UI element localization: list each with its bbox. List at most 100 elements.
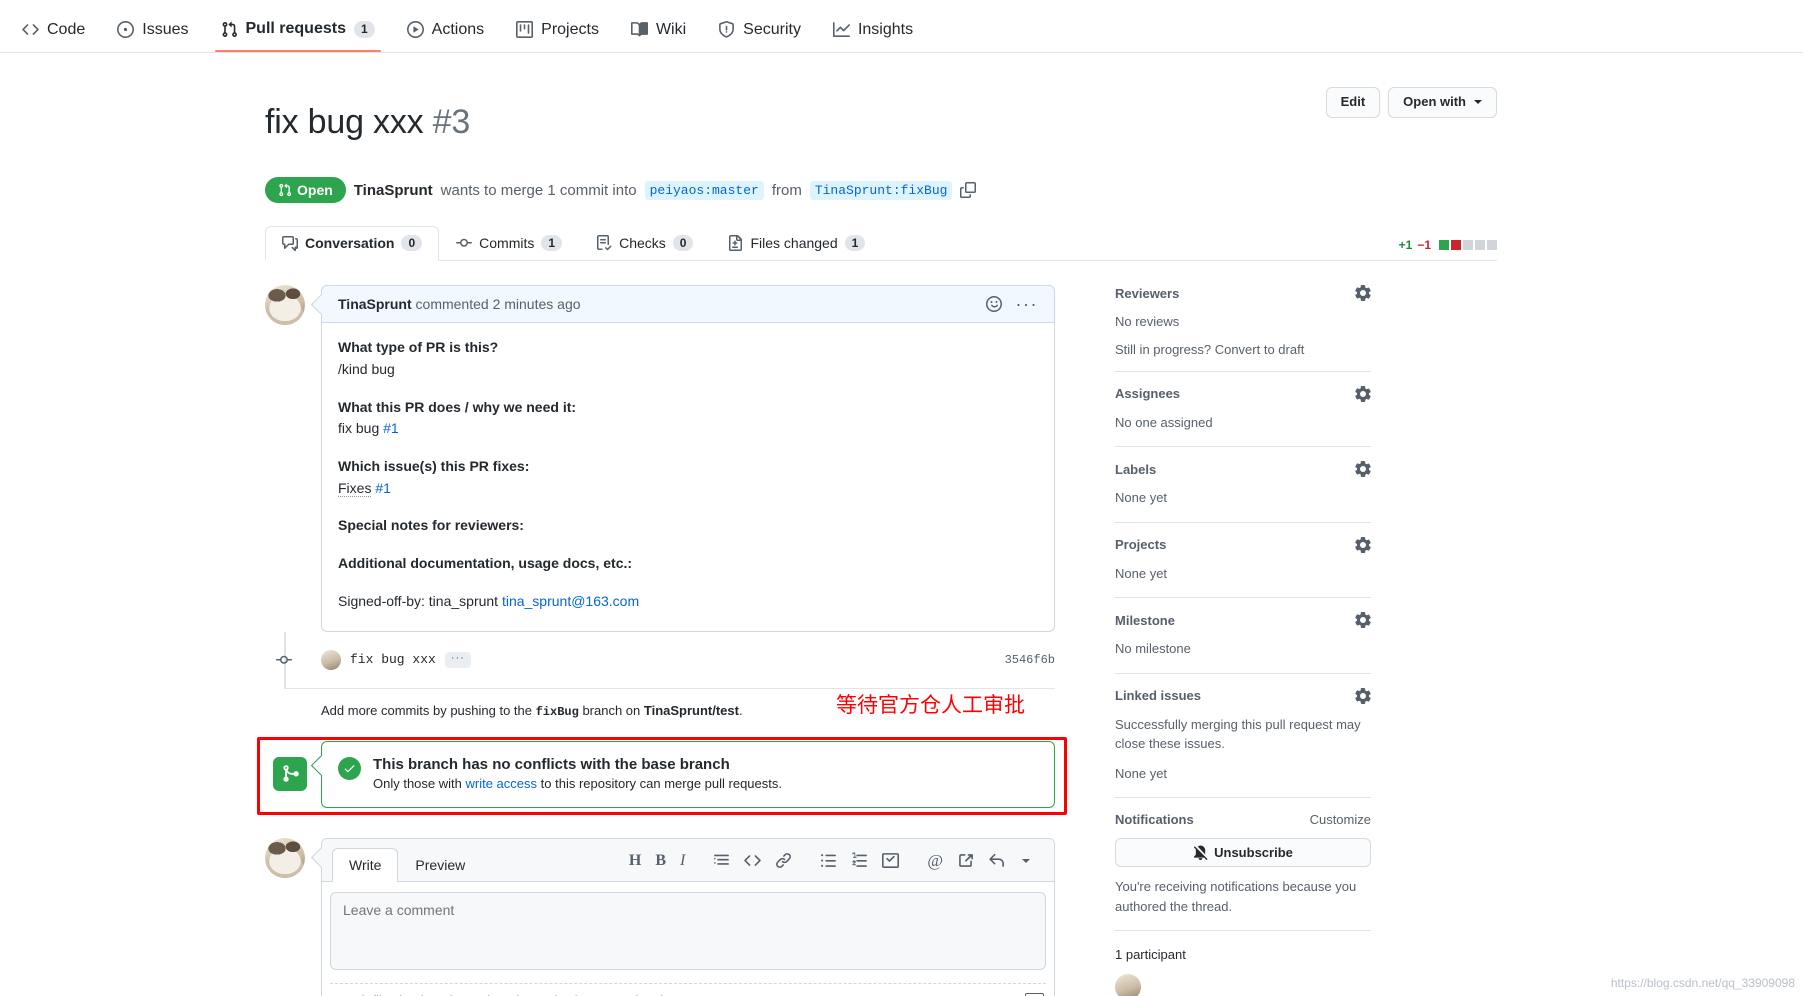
link-icon[interactable] xyxy=(775,852,792,869)
commit-sha[interactable]: 3546f6b xyxy=(1005,653,1055,667)
pr-author[interactable]: TinaSprunt xyxy=(354,182,433,199)
unordered-list-icon[interactable] xyxy=(820,852,837,869)
merge-status-box: This branch has no conflicts with the ba… xyxy=(265,731,1055,808)
gear-icon[interactable] xyxy=(1355,536,1371,553)
commit-message[interactable]: fix bug xxx xyxy=(350,652,436,667)
sidebar-labels-value: None yet xyxy=(1115,490,1168,506)
pr-sidebar: Reviewers No reviews Still in progress? … xyxy=(1115,285,1371,996)
gear-icon[interactable] xyxy=(1355,461,1371,478)
commit-left: fix bug xxx ··· xyxy=(321,649,471,670)
gear-icon[interactable] xyxy=(1355,385,1371,402)
nav-item-projects[interactable]: Projects xyxy=(500,21,615,52)
issue-link[interactable]: #1 xyxy=(383,420,399,436)
pr-tabs: Conversation 0 Commits 1 Checks 0 Files … xyxy=(265,225,882,262)
head-branch-chip[interactable]: TinaSprunt:fixBug xyxy=(809,180,953,200)
signoff-email-link[interactable]: tina_sprunt@163.com xyxy=(502,593,639,609)
heading-icon[interactable]: H xyxy=(629,852,641,869)
reply-icon[interactable] xyxy=(988,852,1005,869)
sidebar-notifications-header: Notifications Customize xyxy=(1115,812,1371,827)
sidebar-section-milestone: Milestone No milestone xyxy=(1115,612,1371,674)
nav-item-issues[interactable]: Issues xyxy=(101,21,204,52)
cross-reference-icon[interactable] xyxy=(957,852,974,869)
open-with-button[interactable]: Open with xyxy=(1388,87,1497,118)
sidebar-linked-issues-title: Linked issues xyxy=(1115,688,1201,704)
quote-icon[interactable] xyxy=(713,852,730,869)
comment-editor: Write Preview H B I @ Leave a comment xyxy=(321,837,1055,996)
pr-header: fix bug xxx #3 Edit Open with xyxy=(265,79,1497,165)
conversation-column: TinaSprunt commented 2 minutes ago ··· W… xyxy=(257,285,1067,996)
signoff-text: Signed-off-by: tina_sprunt xyxy=(338,592,502,609)
tab-checks[interactable]: Checks 0 xyxy=(579,226,710,262)
pr-header-actions: Edit Open with xyxy=(1325,87,1497,118)
comment-heading: What this PR does / why we need it: xyxy=(338,398,577,415)
diffstat-blocks xyxy=(1439,240,1497,251)
sidebar-linked-issues-description: Successfully merging this pull request m… xyxy=(1115,716,1361,752)
copy-icon[interactable] xyxy=(960,182,977,199)
avatar[interactable] xyxy=(265,285,305,326)
sidebar-assignees-value: No one assigned xyxy=(1115,414,1213,430)
status-badge-label: Open xyxy=(297,182,333,199)
code-icon[interactable] xyxy=(744,852,762,869)
diffstat-block xyxy=(1463,240,1473,251)
timeline-rail: fix bug xxx ··· 3546f6b xyxy=(276,631,1055,688)
comment-paragraph: Additional documentation, usage docs, et… xyxy=(338,553,1038,575)
write-access-link[interactable]: write access xyxy=(466,776,538,791)
nav-item-code[interactable]: Code xyxy=(6,21,101,52)
play-icon xyxy=(406,21,424,38)
nav-item-security[interactable]: Security xyxy=(702,21,817,52)
base-branch-chip[interactable]: peiyaos:master xyxy=(644,180,764,200)
nav-item-label: Code xyxy=(47,20,86,38)
nav-item-count: 1 xyxy=(353,20,375,38)
diffstat-block xyxy=(1487,240,1497,251)
convert-to-draft-link[interactable]: Still in progress? Convert to draft xyxy=(1115,342,1371,357)
italic-icon[interactable]: I xyxy=(680,852,685,869)
commit-expand-button[interactable]: ··· xyxy=(444,651,471,668)
issue-link[interactable]: #1 xyxy=(375,480,391,496)
ordered-list-icon[interactable] xyxy=(851,852,868,869)
smiley-icon[interactable] xyxy=(985,296,1002,313)
page-content: fix bug xxx #3 Edit Open with Open TinaS… xyxy=(0,53,1803,996)
nav-item-insights[interactable]: Insights xyxy=(817,21,929,52)
avatar[interactable] xyxy=(1115,973,1141,996)
merge-status-title: This branch has no conflicts with the ba… xyxy=(373,755,730,773)
edit-button[interactable]: Edit xyxy=(1325,87,1381,118)
gear-icon[interactable] xyxy=(1355,612,1371,629)
sidebar-projects-title: Projects xyxy=(1115,537,1167,553)
pr-container: fix bug xxx #3 Edit Open with Open TinaS… xyxy=(257,79,1497,996)
shield-icon xyxy=(718,21,735,38)
tab-preview[interactable]: Preview xyxy=(398,848,482,882)
sidebar-milestone-title: Milestone xyxy=(1115,612,1175,628)
sidebar-linked-issues-value: None yet xyxy=(1115,765,1168,781)
sidebar-reviewers-header: Reviewers xyxy=(1115,285,1371,302)
customize-link[interactable]: Customize xyxy=(1310,812,1371,827)
mention-icon[interactable]: @ xyxy=(927,851,943,870)
nav-item-wiki[interactable]: Wiki xyxy=(615,21,702,52)
unsubscribe-button[interactable]: Unsubscribe xyxy=(1115,838,1371,868)
sidebar-labels-title: Labels xyxy=(1115,461,1157,477)
tab-commits[interactable]: Commits 1 xyxy=(439,226,579,262)
avatar[interactable] xyxy=(265,837,305,878)
git-pull-request-icon xyxy=(221,21,238,38)
task-list-icon[interactable] xyxy=(882,852,900,869)
tab-write[interactable]: Write xyxy=(332,847,399,882)
comment-heading: What type of PR is this? xyxy=(338,339,499,356)
pr-body-split: TinaSprunt commented 2 minutes ago ··· W… xyxy=(257,285,1497,996)
tab-conversation[interactable]: Conversation 0 xyxy=(265,225,440,262)
comment-paragraph: What type of PR is this? /kind bug xyxy=(338,337,1038,380)
comment-author[interactable]: TinaSprunt xyxy=(338,296,412,312)
nav-item-label: Pull requests xyxy=(245,20,346,38)
merge-sub-prefix: Only those with xyxy=(373,775,466,791)
gear-icon[interactable] xyxy=(1355,687,1371,704)
bold-icon[interactable]: B xyxy=(655,852,666,869)
sidebar-section-projects: Projects None yet xyxy=(1115,536,1371,599)
chevron-down-icon[interactable] xyxy=(1022,858,1030,863)
tab-files-changed[interactable]: Files changed 1 xyxy=(710,226,882,262)
gear-icon[interactable] xyxy=(1355,285,1371,302)
comment-input[interactable] xyxy=(330,891,1046,970)
avatar[interactable] xyxy=(321,649,341,670)
merge-status-line: This branch has no conflicts with the ba… xyxy=(338,756,1038,791)
nav-item-actions[interactable]: Actions xyxy=(391,21,500,52)
bell-slash-icon xyxy=(1194,845,1208,861)
nav-item-pull-requests[interactable]: Pull requests 1 xyxy=(205,20,391,53)
kebab-horizontal-icon[interactable]: ··· xyxy=(1016,295,1038,313)
